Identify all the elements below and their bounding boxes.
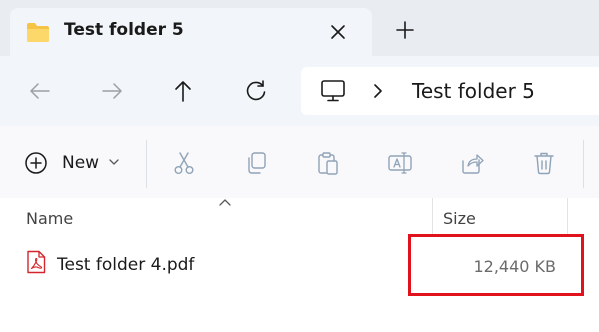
- column-divider[interactable]: [432, 198, 433, 236]
- folder-icon: [27, 23, 49, 42]
- column-header: Name Size: [0, 198, 599, 236]
- command-bar: New: [0, 126, 599, 198]
- new-button[interactable]: New: [14, 148, 130, 180]
- highlight-box: [408, 234, 584, 296]
- arrow-left-icon[interactable]: [27, 78, 53, 104]
- breadcrumb-segment[interactable]: Test folder 5: [412, 79, 535, 103]
- paste-icon[interactable]: [315, 150, 341, 176]
- address-bar[interactable]: Test folder 5: [301, 67, 599, 115]
- close-icon[interactable]: [326, 20, 350, 44]
- column-header-name[interactable]: Name: [26, 209, 73, 228]
- chevron-down-icon: [109, 159, 119, 165]
- pdf-icon: [27, 250, 46, 274]
- rename-icon[interactable]: [387, 150, 413, 176]
- column-divider[interactable]: [567, 198, 568, 236]
- separator: [583, 140, 584, 188]
- arrow-right-icon[interactable]: [99, 78, 125, 104]
- navigation-bar: Test folder 5: [0, 56, 599, 126]
- file-name[interactable]: Test folder 4.pdf: [57, 255, 194, 275]
- tab-test-folder-5[interactable]: Test folder 5: [10, 8, 372, 56]
- sort-up-icon: [219, 199, 231, 206]
- monitor-icon[interactable]: [320, 79, 346, 103]
- tab-title: Test folder 5: [64, 20, 184, 40]
- copy-icon[interactable]: [243, 150, 269, 176]
- tab-strip: Test folder 5: [0, 0, 599, 56]
- share-icon[interactable]: [459, 150, 485, 176]
- separator: [146, 140, 147, 188]
- new-button-label: New: [62, 153, 100, 173]
- cut-icon[interactable]: [171, 150, 197, 176]
- refresh-icon[interactable]: [243, 78, 269, 104]
- chevron-right-icon[interactable]: [371, 83, 385, 99]
- arrow-up-icon[interactable]: [170, 78, 196, 104]
- column-header-size[interactable]: Size: [443, 209, 476, 228]
- add-circle-icon: [25, 152, 47, 174]
- plus-icon[interactable]: [394, 19, 416, 41]
- delete-icon[interactable]: [531, 150, 557, 176]
